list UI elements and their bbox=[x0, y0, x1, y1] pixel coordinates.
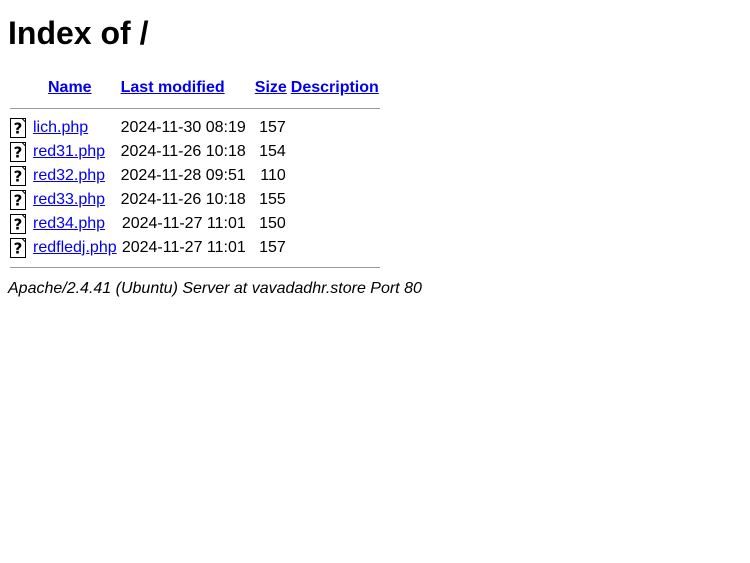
unknown-file-icon[interactable]: ? bbox=[10, 238, 28, 258]
file-link[interactable]: lich.php bbox=[33, 119, 88, 136]
table-row: ? red31.php 2024-11-26 10:18 154 bbox=[10, 141, 380, 163]
size-cell: 157 bbox=[259, 239, 286, 256]
description-cell bbox=[290, 213, 380, 235]
unknown-file-icon[interactable]: ? bbox=[10, 190, 28, 210]
size-cell: 155 bbox=[259, 191, 286, 208]
unknown-file-icon[interactable]: ? bbox=[10, 118, 28, 138]
unknown-file-icon[interactable]: ? bbox=[10, 166, 28, 186]
header-description: Description bbox=[290, 76, 380, 100]
description-cell bbox=[290, 237, 380, 259]
sort-by-description-link[interactable]: Description bbox=[291, 79, 379, 96]
file-link[interactable]: red33.php bbox=[33, 191, 105, 208]
file-link[interactable]: red34.php bbox=[33, 215, 105, 232]
file-link[interactable]: red31.php bbox=[33, 143, 105, 160]
size-cell: 150 bbox=[259, 215, 286, 232]
svg-text:?: ? bbox=[14, 240, 23, 258]
file-rows: ? lich.php 2024-11-30 08:19 157 ? red31.… bbox=[10, 117, 380, 259]
table-row: ? red32.php 2024-11-28 09:51 110 bbox=[10, 165, 380, 187]
file-link[interactable]: redfledj.php bbox=[33, 239, 117, 256]
file-link[interactable]: red32.php bbox=[33, 167, 105, 184]
description-cell bbox=[290, 117, 380, 139]
blank-icon bbox=[10, 78, 28, 98]
last-modified-cell: 2024-11-26 10:18 bbox=[120, 191, 246, 208]
file-name-cell: red32.php bbox=[32, 165, 118, 187]
header-icon-spacer bbox=[10, 76, 30, 100]
table-row: ? lich.php 2024-11-30 08:19 157 bbox=[10, 117, 380, 139]
svg-text:?: ? bbox=[14, 168, 23, 186]
last-modified-cell: 2024-11-26 10:18 bbox=[120, 143, 246, 160]
file-icon-cell: ? bbox=[10, 141, 30, 163]
header-rule-cell bbox=[10, 102, 380, 115]
file-icon-cell: ? bbox=[10, 189, 30, 211]
file-icon-cell: ? bbox=[10, 117, 30, 139]
size-cell: 154 bbox=[259, 143, 286, 160]
header-name: Name bbox=[32, 76, 118, 100]
size-cell: 110 bbox=[260, 167, 286, 184]
divider bbox=[10, 108, 380, 109]
svg-text:?: ? bbox=[14, 216, 23, 234]
table-row: ? red34.php 2024-11-27 11:01 150 bbox=[10, 213, 380, 235]
file-icon-cell: ? bbox=[10, 237, 30, 259]
svg-text:?: ? bbox=[14, 144, 23, 162]
header-rule-row bbox=[10, 102, 380, 115]
unknown-file-icon[interactable]: ? bbox=[10, 214, 28, 234]
last-modified-cell: 2024-11-28 09:51 bbox=[120, 167, 246, 184]
table-row: ? redfledj.php 2024-11-27 11:01 157 bbox=[10, 237, 380, 259]
size-cell: 157 bbox=[259, 119, 286, 136]
last-modified-cell: 2024-11-27 11:01 bbox=[121, 239, 246, 256]
page-title: Index of / bbox=[8, 15, 149, 51]
svg-text:?: ? bbox=[14, 120, 23, 138]
last-modified-cell: 2024-11-27 11:01 bbox=[121, 215, 246, 232]
description-cell bbox=[290, 141, 380, 163]
divider bbox=[10, 267, 380, 268]
file-name-cell: redfledj.php bbox=[32, 237, 118, 259]
sort-by-name-link[interactable]: Name bbox=[48, 79, 92, 96]
file-table: Name Last modified Size Description ? li… bbox=[8, 74, 382, 276]
svg-text:?: ? bbox=[14, 192, 23, 210]
sort-by-size-link[interactable]: Size bbox=[255, 79, 287, 96]
directory-listing-page: Index of / Name Last modified Size Descr… bbox=[0, 0, 750, 306]
file-name-cell: lich.php bbox=[32, 117, 118, 139]
file-name-cell: red34.php bbox=[32, 213, 118, 235]
sort-by-last-modified-link[interactable]: Last modified bbox=[121, 79, 225, 96]
last-modified-cell: 2024-11-30 08:19 bbox=[120, 119, 246, 136]
footer-rule-row bbox=[10, 261, 380, 274]
footer-rule-cell bbox=[10, 261, 380, 274]
table-row: ? red33.php 2024-11-26 10:18 155 bbox=[10, 189, 380, 211]
server-signature: Apache/2.4.41 (Ubuntu) Server at vavadad… bbox=[8, 280, 422, 297]
header-last-modified: Last modified bbox=[120, 76, 252, 100]
unknown-file-icon[interactable]: ? bbox=[10, 142, 28, 162]
file-icon-cell: ? bbox=[10, 165, 30, 187]
file-name-cell: red33.php bbox=[32, 189, 118, 211]
file-icon-cell: ? bbox=[10, 213, 30, 235]
table-header-row: Name Last modified Size Description bbox=[10, 76, 380, 100]
file-name-cell: red31.php bbox=[32, 141, 118, 163]
description-cell bbox=[290, 189, 380, 211]
description-cell bbox=[290, 165, 380, 187]
header-size: Size bbox=[254, 76, 288, 100]
